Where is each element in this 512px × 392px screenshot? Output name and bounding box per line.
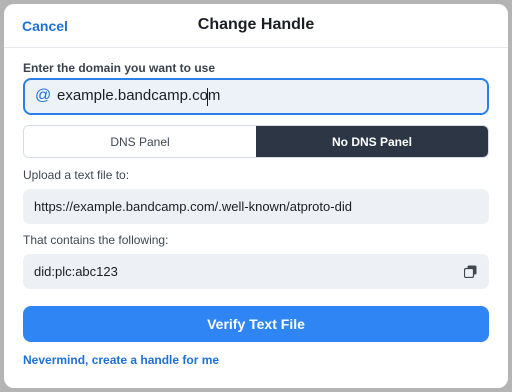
contents-value: did:plc:abc123 [34,264,118,279]
at-icon: @ [35,87,52,104]
tab-dns-panel[interactable]: DNS Panel [24,126,256,157]
domain-input-value[interactable]: example.bandcamp.com [57,87,220,104]
text-caret [207,88,208,106]
contents-label: That contains the following: [23,233,169,247]
upload-url-field[interactable]: https://example.bandcamp.com/.well-known… [23,189,489,224]
domain-input[interactable]: @ example.bandcamp.com [23,78,489,115]
domain-label: Enter the domain you want to use [23,61,216,75]
tab-no-dns-panel[interactable]: No DNS Panel [256,126,488,157]
copy-icon[interactable] [464,265,477,278]
contents-field[interactable]: did:plc:abc123 [23,254,489,289]
upload-label: Upload a text file to: [23,168,130,182]
change-handle-dialog: Cancel Change Handle Enter the domain yo… [4,4,508,388]
dns-mode-toggle: DNS Panel No DNS Panel [23,125,489,158]
upload-url-value: https://example.bandcamp.com/.well-known… [34,199,352,214]
dialog-header: Cancel Change Handle [4,4,508,48]
verify-text-file-button[interactable]: Verify Text File [23,306,489,342]
nevermind-link[interactable]: Nevermind, create a handle for me [23,353,219,367]
dialog-title: Change Handle [197,16,315,33]
